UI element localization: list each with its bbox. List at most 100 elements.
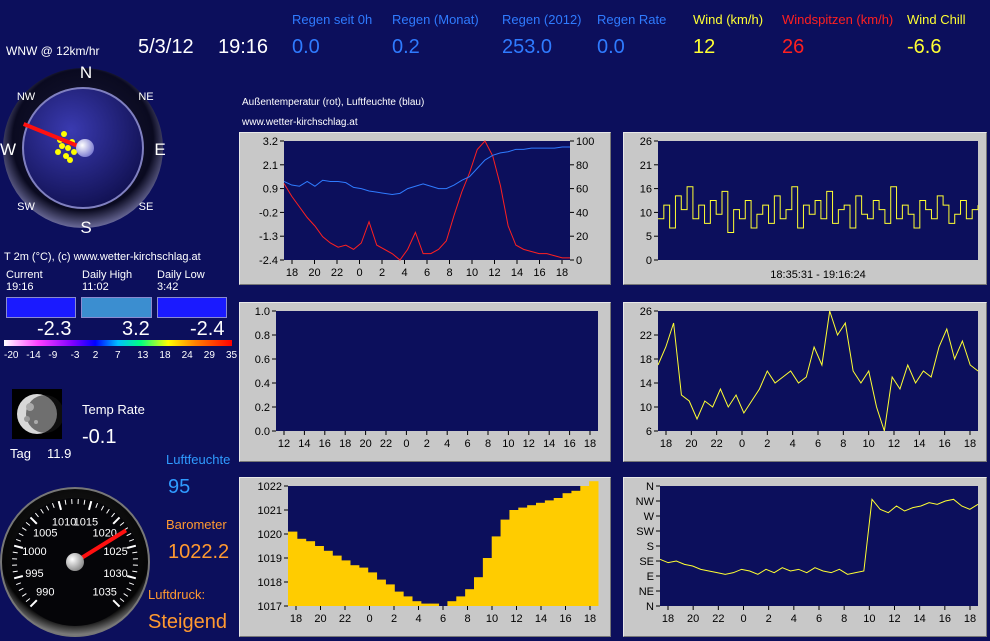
high-bar	[81, 297, 152, 318]
pressure-bar	[545, 500, 554, 606]
x-tick-label: 6	[465, 438, 471, 450]
pressure-bar	[554, 498, 563, 606]
x-tick-label: 16	[939, 438, 951, 450]
temp-chart-title: Außentemperatur (rot), Luftfeuchte (blau…	[242, 97, 424, 108]
plot-area	[284, 141, 570, 260]
x-tick-label: 0	[739, 438, 745, 450]
y-tick-label: 3.2	[263, 136, 278, 148]
y-tick-label: 18	[640, 354, 652, 366]
temp-rate-value: -0.1	[82, 426, 116, 449]
y-tick-label: 0.6	[255, 354, 270, 366]
x-tick-label: 2	[379, 267, 385, 279]
y-tick-label: NW	[636, 496, 655, 508]
stat-label-1: Regen (Monat)	[392, 12, 479, 27]
x-tick-label: 4	[401, 267, 407, 279]
x-tick-label: 6	[815, 438, 821, 450]
x-tick-label: 10	[502, 438, 514, 450]
pressure-bar	[403, 596, 412, 606]
rain-panel: 1.00.80.60.40.20.01214161820220246810121…	[239, 302, 611, 462]
compass-ne: NE	[138, 91, 153, 103]
y-tick-label: 1017	[258, 601, 282, 613]
compass-s: S	[80, 218, 91, 237]
stat-value-3: 0.0	[597, 36, 625, 59]
temp-scale-tick: -9	[48, 350, 57, 361]
temp-scale-tick: 2	[93, 350, 99, 361]
pressure-bar	[580, 486, 589, 606]
y-tick-label: 0.4	[255, 378, 270, 390]
y-tick-label: 0.9	[263, 184, 278, 196]
low-temp-value: -2.4	[190, 318, 224, 341]
wind-gust-panel: 26221814106182022024681012141618	[623, 302, 987, 462]
high-temp-value: 3.2	[122, 318, 150, 341]
x-tick-label: 22	[380, 438, 392, 450]
y2-tick-label: 100	[576, 136, 594, 148]
x-tick-label: 22	[712, 613, 724, 625]
y-tick-label: 10	[640, 207, 652, 219]
x-tick-label: 14	[511, 267, 523, 279]
x-tick-label: 12	[510, 613, 522, 625]
y-tick-label: -2.4	[259, 255, 278, 267]
y-tick-label: -1.3	[259, 231, 278, 243]
pressure-bar	[447, 601, 456, 606]
pressure-bar	[483, 558, 492, 606]
x-tick-label: 16	[533, 267, 545, 279]
y-tick-label: 6	[646, 426, 652, 438]
pressure-bar	[288, 532, 297, 606]
stat-value-6: -6.6	[907, 36, 941, 59]
x-tick-label: 4	[790, 438, 796, 450]
x-tick-label: 14	[543, 438, 555, 450]
pressure-bar	[412, 601, 421, 606]
pressure-bar	[394, 592, 403, 606]
x-tick-label: 20	[308, 267, 320, 279]
pressure-bar	[385, 584, 394, 606]
x-tick-label: 14	[298, 438, 310, 450]
low-label: Daily Low	[157, 269, 205, 281]
y-tick-label: 0.2	[255, 402, 270, 414]
stat-label-0: Regen seit 0h	[292, 12, 372, 27]
current-temp-value: -2.3	[37, 318, 71, 341]
pressure-bar	[518, 508, 527, 606]
x-tick-label: 12	[523, 438, 535, 450]
y-tick-label: 5	[646, 231, 652, 243]
y-tick-label: 1021	[258, 505, 282, 517]
pressure-bar	[341, 560, 350, 606]
wind-compass: N S W E NW NE SW SE	[0, 60, 170, 240]
temp-scale-tick: -20	[4, 350, 18, 361]
x-tick-label: 0	[356, 267, 362, 279]
y-tick-label: 2.1	[263, 160, 278, 172]
x-tick-label: 2	[391, 613, 397, 625]
y-tick-label: N	[646, 481, 654, 493]
dial-label: 1030	[103, 568, 127, 580]
x-tick-label: 4	[791, 613, 797, 625]
barometer-dial: 99099510001005101010151020102510301035	[0, 484, 160, 639]
y2-tick-label: 40	[576, 207, 588, 219]
x-tick-label: 18	[286, 267, 298, 279]
y-tick-label: 0.8	[255, 330, 270, 342]
temp-color-scale	[4, 340, 232, 346]
x-tick-label: 16	[563, 438, 575, 450]
pressure-bar	[323, 551, 332, 606]
x-tick-label: 18	[556, 267, 568, 279]
pressure-bar	[492, 536, 501, 606]
x-tick-label: 16	[559, 613, 571, 625]
y-tick-label: S	[647, 541, 654, 553]
plot-area	[276, 311, 598, 431]
y-tick-label: 1018	[258, 577, 282, 589]
y-tick-label: 1019	[258, 553, 282, 565]
temp-scale-tick: -3	[71, 350, 80, 361]
high-label: Daily High	[82, 269, 132, 281]
x-tick-label: 2	[766, 613, 772, 625]
stat-label-4: Wind (km/h)	[693, 12, 763, 27]
temp-scale-tick: 35	[226, 350, 237, 361]
x-tick-label: 12	[888, 613, 900, 625]
y-tick-label: 21	[640, 160, 652, 172]
compass-n: N	[80, 63, 92, 82]
x-tick-label: 18	[339, 438, 351, 450]
temp-scale-tick: 24	[182, 350, 193, 361]
pressure-bar	[509, 510, 518, 606]
dial-label: 1035	[92, 587, 116, 599]
pressure-bar	[456, 596, 465, 606]
current-label: Current	[6, 269, 43, 281]
x-tick-label: 22	[339, 613, 351, 625]
low-bar	[157, 297, 227, 318]
